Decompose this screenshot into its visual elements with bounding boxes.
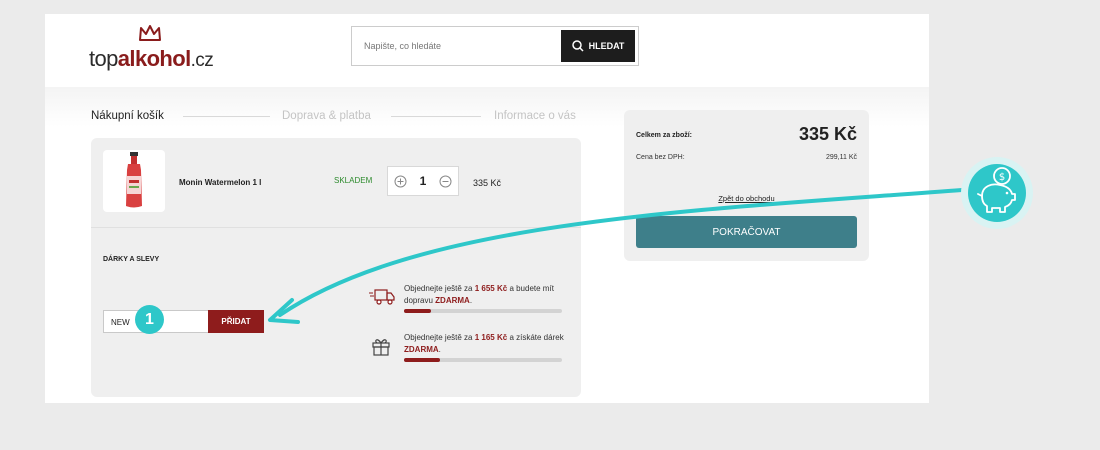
progress-bar: [404, 309, 562, 313]
step-divider: [391, 116, 481, 117]
logo-part-top: top: [89, 46, 118, 71]
progress-bar: [404, 358, 562, 362]
quantity-value[interactable]: 1: [420, 174, 427, 188]
promo-suffix: .: [469, 296, 473, 305]
promo-highlight: ZDARMA: [435, 296, 470, 305]
svg-text:$: $: [999, 172, 1005, 183]
promo-prefix: Objednejte ještě za: [404, 284, 473, 293]
net-price-label: Cena bez DPH:: [636, 154, 685, 161]
total-value: 335 Kč: [798, 124, 857, 144]
order-summary: Celkem za zboží: 335 Kč Cena bez DPH: 29…: [624, 110, 869, 261]
progress-fill: [404, 358, 441, 362]
continue-button[interactable]: POKRAČOVAT: [636, 216, 857, 248]
checkout-steps: Nákupní košík Doprava & platba Informace…: [91, 110, 587, 122]
promo-text: Objednejte ještě za 1 655 Kč a budete mí…: [404, 283, 569, 307]
logo-text: topalkohol.cz: [89, 46, 214, 72]
promo-suffix: .: [438, 345, 441, 354]
promo-highlight: ZDARMA: [404, 345, 439, 354]
logo-part-alkohol: alkohol: [117, 46, 191, 71]
progress-fill: [404, 309, 431, 313]
coupon-form: NEW PŘIDAT: [103, 310, 264, 333]
promo-text: Objednejte ještě za 1 165 Kč a získáte d…: [404, 332, 569, 356]
search-icon: [571, 40, 584, 52]
divider: [91, 227, 581, 228]
product-image[interactable]: [103, 150, 165, 212]
step-shipping[interactable]: Doprava & platba: [282, 110, 371, 122]
search-box[interactable]: Napište, co hledáte HLEDAT: [351, 26, 639, 66]
logo-part-cz: .cz: [190, 50, 214, 71]
step-number-badge: 1: [135, 305, 164, 334]
search-button[interactable]: HLEDAT: [561, 30, 635, 62]
total-label: Celkem za zboží:: [636, 132, 693, 139]
page-container: topalkohol.cz Napište, co hledáte HLEDAT…: [45, 14, 929, 403]
promo-middle: a získáte dárek: [509, 333, 564, 342]
minus-icon[interactable]: [439, 175, 452, 188]
search-input[interactable]: Napište, co hledáte: [364, 41, 441, 51]
add-coupon-button[interactable]: PŘIDAT: [208, 310, 264, 333]
bottle-icon: [126, 152, 142, 208]
step-info[interactable]: Informace o vás: [494, 110, 576, 122]
gifts-title: DÁRKY A SLEVY: [103, 256, 160, 263]
quantity-stepper: 1: [387, 166, 459, 196]
plus-icon[interactable]: [394, 175, 407, 188]
step-divider: [183, 116, 270, 117]
promo-free-shipping: Objednejte ještě za 1 655 Kč a budete mí…: [369, 283, 569, 323]
net-price-value: 299,11 Kč: [825, 154, 857, 161]
product-name[interactable]: Monin Watermelon 1 l: [179, 178, 261, 187]
promo-prefix: Objednejte ještě za: [404, 333, 473, 342]
search-button-label: HLEDAT: [588, 41, 625, 51]
delivery-truck-icon: [369, 289, 395, 305]
back-to-shop-link[interactable]: Zpět do obchodu: [624, 194, 869, 203]
piggy-bank-coin-icon: $: [961, 157, 1033, 229]
promo-amount: 1 165 Kč: [474, 333, 508, 342]
gift-icon: [372, 339, 390, 356]
product-price: 335 Kč: [473, 178, 502, 188]
cart-panel: Monin Watermelon 1 l SKLADEM 1 335 Kč DÁ…: [91, 138, 581, 397]
step-cart[interactable]: Nákupní košík: [91, 110, 164, 122]
promo-amount: 1 655 Kč: [474, 284, 508, 293]
promo-free-gift: Objednejte ještě za 1 165 Kč a získáte d…: [369, 332, 569, 372]
crown-icon: [139, 25, 161, 41]
stock-status: SKLADEM: [334, 176, 373, 185]
